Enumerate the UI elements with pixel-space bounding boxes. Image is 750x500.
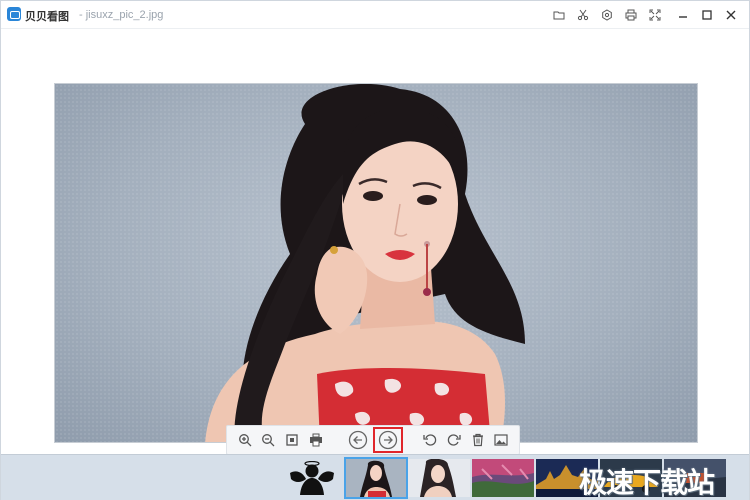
print-button[interactable] (619, 6, 643, 24)
rotate-left-icon (423, 434, 437, 446)
zoom-out-button[interactable] (257, 428, 281, 452)
title-bar: 贝贝看图 - jisuxz_pic_2.jpg (1, 1, 749, 29)
settings-button[interactable] (595, 6, 619, 24)
file-name: - jisuxz_pic_2.jpg (79, 9, 164, 21)
previous-image-button[interactable] (343, 427, 373, 453)
settings-icon (602, 9, 612, 21)
fit-to-window-button[interactable] (280, 428, 304, 452)
thumbnail-item[interactable] (408, 459, 470, 497)
thumbnail-item[interactable] (472, 459, 534, 497)
watermark-text: 极速下载站 (579, 467, 715, 498)
fullscreen-icon (649, 9, 661, 21)
delete-icon (472, 433, 483, 447)
app-window: 贝贝看图 - jisuxz_pic_2.jpg 极速下载站 (0, 0, 750, 500)
close-button[interactable] (719, 6, 743, 24)
print-icon (625, 9, 637, 21)
set-wallpaper-button[interactable] (489, 428, 513, 452)
next-image-button[interactable] (372, 427, 403, 453)
close-icon (726, 10, 736, 20)
thumbnail-strip: 极速下载站 (1, 454, 749, 500)
title-bar-actions (547, 6, 743, 24)
maximize-button[interactable] (695, 6, 719, 24)
thumbnail-image (472, 459, 534, 497)
previous-icon (349, 430, 368, 450)
minimize-icon (679, 16, 687, 18)
rotate-right-button[interactable] (442, 428, 466, 452)
scissors-icon (577, 9, 589, 21)
print-image-button[interactable] (304, 428, 328, 452)
zoom-out-icon (262, 434, 275, 447)
app-name: 贝贝看图 (25, 11, 69, 23)
image-viewer[interactable] (1, 30, 749, 454)
delete-button[interactable] (466, 428, 490, 452)
fullscreen-button[interactable] (643, 6, 667, 24)
folder-icon (553, 11, 565, 20)
minimize-button[interactable] (671, 6, 695, 24)
displayed-photo (54, 83, 698, 443)
next-icon (378, 430, 397, 450)
app-logo-icon (7, 7, 21, 21)
maximize-icon (702, 10, 712, 20)
open-folder-button[interactable] (547, 6, 571, 24)
portrait-image (205, 84, 525, 442)
fit-icon (286, 434, 298, 446)
crop-button[interactable] (571, 6, 595, 24)
zoom-in-button[interactable] (233, 428, 257, 452)
angel-logo-icon (290, 461, 334, 495)
thumbnail-item[interactable] (344, 457, 408, 499)
wallpaper-icon (494, 434, 508, 446)
rotate-left-button[interactable] (418, 428, 442, 452)
image-toolbar (226, 425, 520, 455)
rotate-right-icon (447, 434, 461, 446)
thumbnail-image (346, 459, 406, 497)
zoom-in-icon (238, 434, 252, 447)
thumbnail-image (408, 459, 470, 497)
print-icon (309, 433, 322, 447)
